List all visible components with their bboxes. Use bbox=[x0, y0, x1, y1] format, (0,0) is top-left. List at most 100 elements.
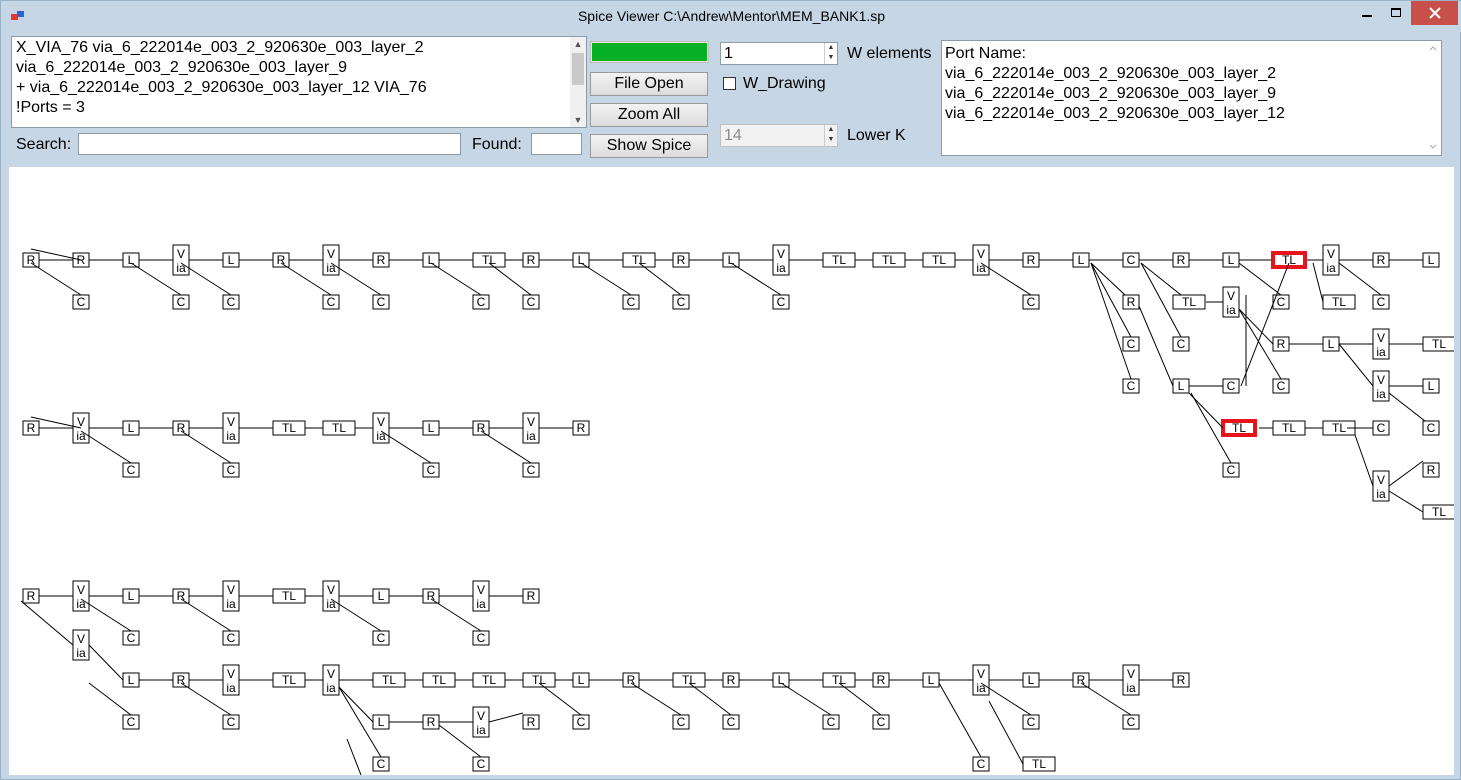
c-element[interactable]: C bbox=[1022, 294, 1040, 310]
selected-tl-element[interactable]: TL bbox=[1221, 419, 1257, 437]
c-element[interactable]: C bbox=[1122, 336, 1140, 352]
r-element[interactable]: R bbox=[22, 588, 40, 604]
tl-element[interactable]: TL bbox=[1272, 420, 1306, 436]
l-element[interactable]: L bbox=[122, 252, 140, 268]
c-element[interactable]: C bbox=[122, 630, 140, 646]
v-element[interactable]: Via bbox=[222, 664, 240, 696]
tl-element[interactable]: TL bbox=[622, 252, 656, 268]
r-element[interactable]: R bbox=[522, 588, 540, 604]
c-element[interactable]: C bbox=[1422, 420, 1440, 436]
r-element[interactable]: R bbox=[622, 672, 640, 688]
c-element[interactable]: C bbox=[822, 714, 840, 730]
l-element[interactable]: L bbox=[1022, 672, 1040, 688]
r-element[interactable]: R bbox=[522, 714, 540, 730]
r-element[interactable]: R bbox=[722, 672, 740, 688]
l-element[interactable]: L bbox=[122, 672, 140, 688]
c-element[interactable]: C bbox=[522, 294, 540, 310]
c-element[interactable]: C bbox=[672, 294, 690, 310]
r-element[interactable]: R bbox=[1072, 672, 1090, 688]
v-element[interactable]: Via bbox=[72, 629, 90, 661]
r-element[interactable]: R bbox=[22, 252, 40, 268]
port-name-textbox[interactable]: Port Name: via_6_222014e_003_2_920630e_0… bbox=[941, 40, 1442, 156]
c-element[interactable]: C bbox=[1272, 378, 1290, 394]
v-element[interactable]: Via bbox=[322, 664, 340, 696]
tl-element[interactable]: TL bbox=[422, 672, 456, 688]
c-element[interactable]: C bbox=[222, 630, 240, 646]
v-element[interactable]: Via bbox=[1122, 664, 1140, 696]
c-element[interactable]: C bbox=[222, 714, 240, 730]
l-element[interactable]: L bbox=[122, 420, 140, 436]
v-element[interactable]: Via bbox=[1222, 286, 1240, 318]
close-button[interactable] bbox=[1411, 1, 1458, 25]
c-element[interactable]: C bbox=[522, 462, 540, 478]
c-element[interactable]: C bbox=[122, 714, 140, 730]
w-drawing-checkbox[interactable] bbox=[723, 77, 736, 90]
tl-element[interactable]: TL bbox=[1422, 504, 1454, 520]
l-element[interactable]: L bbox=[422, 420, 440, 436]
tl-element[interactable]: TL bbox=[1172, 294, 1206, 310]
port-scrollbar[interactable] bbox=[1425, 41, 1441, 155]
schematic-canvas[interactable]: R R L Via L R Via R L TL R L TL R L Via TL TL TL Via R L C R L TL… bbox=[9, 167, 1454, 775]
cmd-scrollbar[interactable]: ▲ ▼ bbox=[570, 37, 586, 127]
tl-element[interactable]: TL bbox=[522, 672, 556, 688]
l-element[interactable]: L bbox=[572, 672, 590, 688]
c-element[interactable]: C bbox=[372, 630, 390, 646]
c-element[interactable]: C bbox=[72, 294, 90, 310]
r-element[interactable]: R bbox=[872, 672, 890, 688]
r-element[interactable]: R bbox=[172, 672, 190, 688]
c-element[interactable]: C bbox=[1372, 420, 1390, 436]
c-element[interactable]: C bbox=[422, 462, 440, 478]
l-element[interactable]: L bbox=[1172, 378, 1190, 394]
c-element[interactable]: C bbox=[1122, 714, 1140, 730]
c-element[interactable]: C bbox=[722, 714, 740, 730]
tl-element[interactable]: TL bbox=[272, 672, 306, 688]
l-element[interactable]: L bbox=[572, 252, 590, 268]
r-element[interactable]: R bbox=[422, 588, 440, 604]
tl-element[interactable]: TL bbox=[822, 252, 856, 268]
found-field[interactable] bbox=[531, 133, 582, 155]
l-element[interactable]: L bbox=[222, 252, 240, 268]
c-element[interactable]: C bbox=[372, 756, 390, 772]
c-element[interactable]: C bbox=[372, 294, 390, 310]
lower-k-spinner[interactable]: 14 ▲ ▼ bbox=[720, 124, 838, 147]
c-element[interactable]: C bbox=[1022, 714, 1040, 730]
l-element[interactable]: L bbox=[372, 714, 390, 730]
file-open-button[interactable]: File Open bbox=[590, 72, 708, 96]
v-element[interactable]: Via bbox=[222, 580, 240, 612]
v-element[interactable]: Via bbox=[472, 706, 490, 738]
c-element[interactable]: C bbox=[172, 294, 190, 310]
tl-element[interactable]: TL bbox=[472, 672, 506, 688]
selected-tl-element[interactable]: TL bbox=[1271, 251, 1307, 269]
search-input[interactable] bbox=[78, 133, 461, 155]
l-element[interactable]: L bbox=[1422, 252, 1440, 268]
r-element[interactable]: R bbox=[1422, 462, 1440, 478]
spice-command-textbox[interactable]: X_VIA_76 via_6_222014e_003_2_920630e_003… bbox=[11, 36, 587, 128]
l-element[interactable]: L bbox=[1222, 252, 1240, 268]
spinner-arrows-icon[interactable]: ▲ ▼ bbox=[824, 125, 837, 146]
r-element[interactable]: R bbox=[522, 252, 540, 268]
c-element[interactable]: C bbox=[1372, 294, 1390, 310]
c-element[interactable]: C bbox=[972, 756, 990, 772]
v-element[interactable]: Via bbox=[322, 244, 340, 276]
scroll-thumb[interactable] bbox=[572, 53, 584, 85]
scroll-down-icon[interactable]: ▼ bbox=[570, 113, 586, 127]
c-element[interactable]: C bbox=[772, 294, 790, 310]
c-element[interactable]: C bbox=[572, 714, 590, 730]
v-element[interactable]: Via bbox=[772, 244, 790, 276]
r-element[interactable]: R bbox=[1122, 294, 1140, 310]
tl-element[interactable]: TL bbox=[1422, 336, 1454, 352]
r-element[interactable]: R bbox=[22, 420, 40, 436]
c-element[interactable]: C bbox=[1222, 378, 1240, 394]
r-element[interactable]: R bbox=[422, 714, 440, 730]
c-element[interactable]: C bbox=[1222, 462, 1240, 478]
c-element[interactable]: C bbox=[1122, 378, 1140, 394]
v-element[interactable]: Via bbox=[1322, 244, 1340, 276]
tl-element[interactable]: TL bbox=[872, 252, 906, 268]
l-element[interactable]: L bbox=[1422, 378, 1440, 394]
r-element[interactable]: R bbox=[1372, 252, 1390, 268]
minimize-button[interactable] bbox=[1353, 1, 1381, 25]
r-element[interactable]: R bbox=[1022, 252, 1040, 268]
r-element[interactable]: R bbox=[1172, 672, 1190, 688]
v-element[interactable]: Via bbox=[372, 412, 390, 444]
zoom-all-button[interactable]: Zoom All bbox=[590, 103, 708, 127]
